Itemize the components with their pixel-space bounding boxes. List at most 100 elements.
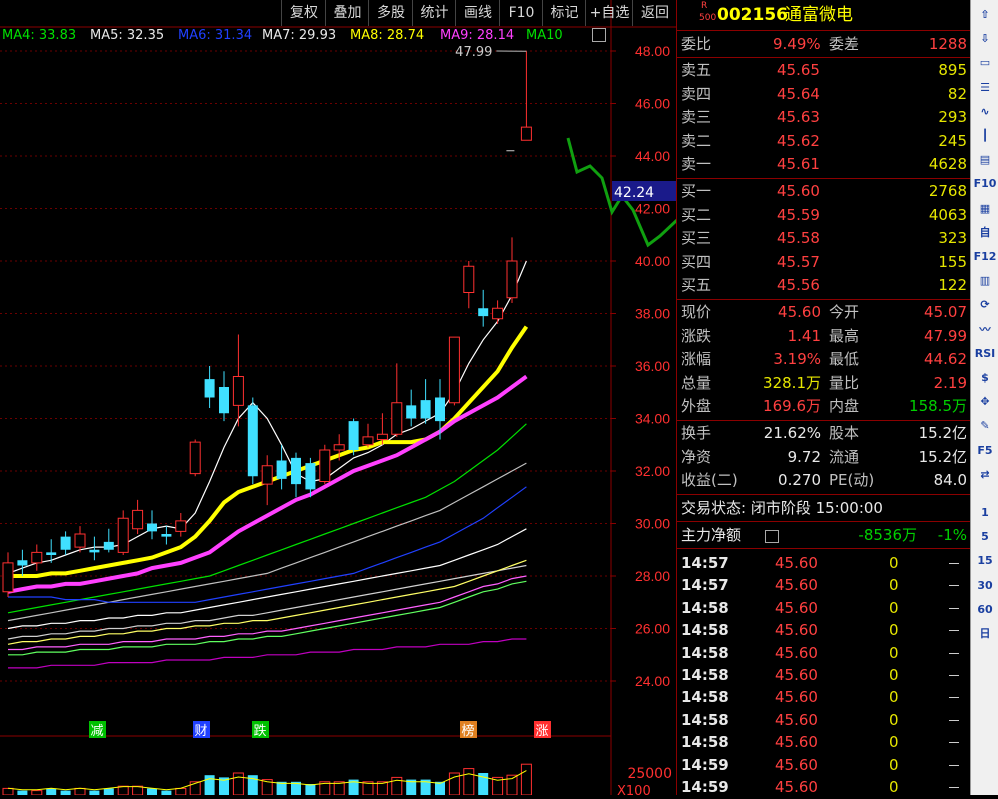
f10-button[interactable]: F10 <box>973 173 997 195</box>
y-tick-label-11: 26.00 <box>635 621 670 637</box>
refresh-icon[interactable]: ⟳ <box>973 294 997 316</box>
fund-row-2: 收益(二)0.270PE(动)84.0 <box>677 469 971 492</box>
tick-time: 14:59 <box>681 754 729 777</box>
candle-body-6 <box>89 550 99 553</box>
period-day-button[interactable]: 日 <box>973 623 997 645</box>
quote-panel: R500002156通富微电委比9.49%委差1288卖五45.65895卖四4… <box>676 0 971 795</box>
candle-body-33 <box>478 308 488 316</box>
sep-3 <box>677 299 971 300</box>
move-icon[interactable]: ✥ <box>973 391 997 413</box>
period-30-button[interactable]: 30 <box>973 575 997 597</box>
tick-price: 45.60 <box>775 574 818 597</box>
list-icon[interactable]: ☰ <box>973 77 997 99</box>
transfer-icon[interactable]: ⇄ <box>973 464 997 486</box>
tick-vol: 0 <box>889 642 899 665</box>
tick-dash <box>949 585 959 586</box>
rsi-button[interactable]: RSI <box>973 343 997 365</box>
period-60-button[interactable]: 60 <box>973 599 997 621</box>
toolbar-button-6[interactable]: 标记 <box>542 0 586 26</box>
zixuan-button[interactable]: 自 <box>973 222 997 244</box>
down-arrow-icon[interactable]: ⇩ <box>973 28 997 50</box>
tick-time: 14:58 <box>681 664 729 687</box>
period-1-button[interactable]: 1 <box>973 502 997 524</box>
ask-vol: 82 <box>948 83 967 106</box>
candle-body-0 <box>3 563 13 592</box>
y-tick-label-4: 40.00 <box>635 253 670 269</box>
volume-bar-11 <box>161 791 171 795</box>
toolbar-button-7[interactable]: +自选 <box>585 0 633 26</box>
up-arrow-icon[interactable]: ⇧ <box>973 4 997 26</box>
candle-chart-icon[interactable]: ┃ <box>973 125 997 147</box>
period-5-button[interactable]: 5 <box>973 526 997 548</box>
period-15-button[interactable]: 15 <box>973 550 997 572</box>
main-flow-value: -8536万 <box>858 524 917 547</box>
stat-row-4: 外盘169.6万内盘158.5万 <box>677 395 971 418</box>
tick-price: 45.60 <box>775 552 818 575</box>
volume-bar-3 <box>46 788 56 795</box>
fund-label-b: PE(动) <box>829 469 874 492</box>
toolbar-button-0[interactable]: 复权 <box>281 0 326 26</box>
ma-line-MA4 <box>8 261 526 573</box>
tick-row-1: 14:5745.600 <box>677 574 971 597</box>
fund-value-a: 9.72 <box>788 446 821 469</box>
y-tick-label-1: 46.00 <box>635 96 670 112</box>
ma-line-MA5 <box>8 327 526 576</box>
toolbar-button-5[interactable]: F10 <box>499 0 543 26</box>
tick-row-3: 14:5845.600 <box>677 619 971 642</box>
bar-icon[interactable]: ▥ <box>973 270 997 292</box>
ask-vol: 245 <box>938 130 967 153</box>
main-flow-menu-icon[interactable] <box>765 530 779 543</box>
kline-chart-panel[interactable]: 48.0046.0044.0042.0040.0038.0036.0034.00… <box>0 0 676 795</box>
candle-body-26 <box>377 434 387 439</box>
tick-vol: 0 <box>889 709 899 732</box>
candle-body-35 <box>507 261 517 298</box>
y-tick-label-10: 28.00 <box>635 568 670 584</box>
event-tag-3: 榜 <box>461 723 474 739</box>
y-tick-label-3: 42.00 <box>635 201 670 217</box>
grid-icon[interactable]: ▤ <box>973 149 997 171</box>
window-icon[interactable]: ▭ <box>973 52 997 74</box>
candle-body-15 <box>219 387 229 413</box>
toolbar-button-4[interactable]: 画线 <box>455 0 500 26</box>
bid-row-4: 买四45.57155 <box>677 251 971 274</box>
fund-label-b: 股本 <box>829 422 859 445</box>
bid-row-3: 买三45.58323 <box>677 227 971 250</box>
tick-time: 14:58 <box>681 642 729 665</box>
stat-value-b: 158.5万 <box>909 395 967 418</box>
chart-small-icon[interactable]: ▦ <box>973 198 997 220</box>
stat-value-a: 328.1万 <box>763 372 821 395</box>
main-flow-row[interactable]: 主力净额-8536万-1% <box>677 524 971 547</box>
wave-icon[interactable]: 〰 <box>973 319 997 341</box>
kline-chart[interactable]: 48.0046.0044.0042.0040.0038.0036.0034.00… <box>0 0 676 795</box>
line-chart-icon[interactable]: ∿ <box>973 101 997 123</box>
candle-body-25 <box>363 437 373 445</box>
candle-body-36 <box>521 127 531 140</box>
tick-price: 45.60 <box>775 731 818 754</box>
f12-button[interactable]: F12 <box>973 246 997 268</box>
candle-body-21 <box>305 463 315 489</box>
tick-row-4: 14:5845.600 <box>677 642 971 665</box>
toolbar-button-3[interactable]: 统计 <box>412 0 456 26</box>
s-button[interactable]: $ <box>973 367 997 389</box>
volume-bar-16 <box>233 773 243 795</box>
y-tick-label-0: 48.00 <box>635 43 670 59</box>
f5-button[interactable]: F5 <box>973 440 997 462</box>
settings-icon[interactable] <box>592 28 606 42</box>
toolbar-button-2[interactable]: 多股 <box>368 0 413 26</box>
toolbar-button-8[interactable]: 返回 <box>632 0 677 26</box>
bid-label: 买一 <box>681 180 711 203</box>
sep-5 <box>677 494 971 495</box>
volume-bar-1 <box>17 791 27 795</box>
weibi-value: 9.49% <box>773 33 821 56</box>
tick-vol: 0 <box>889 619 899 642</box>
bid-label: 买三 <box>681 227 711 250</box>
toolbar-button-1[interactable]: 叠加 <box>325 0 369 26</box>
sep-0 <box>677 30 971 31</box>
tick-time: 14:57 <box>681 552 729 575</box>
tick-dash <box>949 787 959 788</box>
stat-label-b: 今开 <box>829 301 859 324</box>
ask-row-1: 卖一45.614628 <box>677 153 971 176</box>
tick-vol: 0 <box>889 552 899 575</box>
ask-price: 45.63 <box>777 106 820 129</box>
pencil-icon[interactable]: ✎ <box>973 415 997 437</box>
